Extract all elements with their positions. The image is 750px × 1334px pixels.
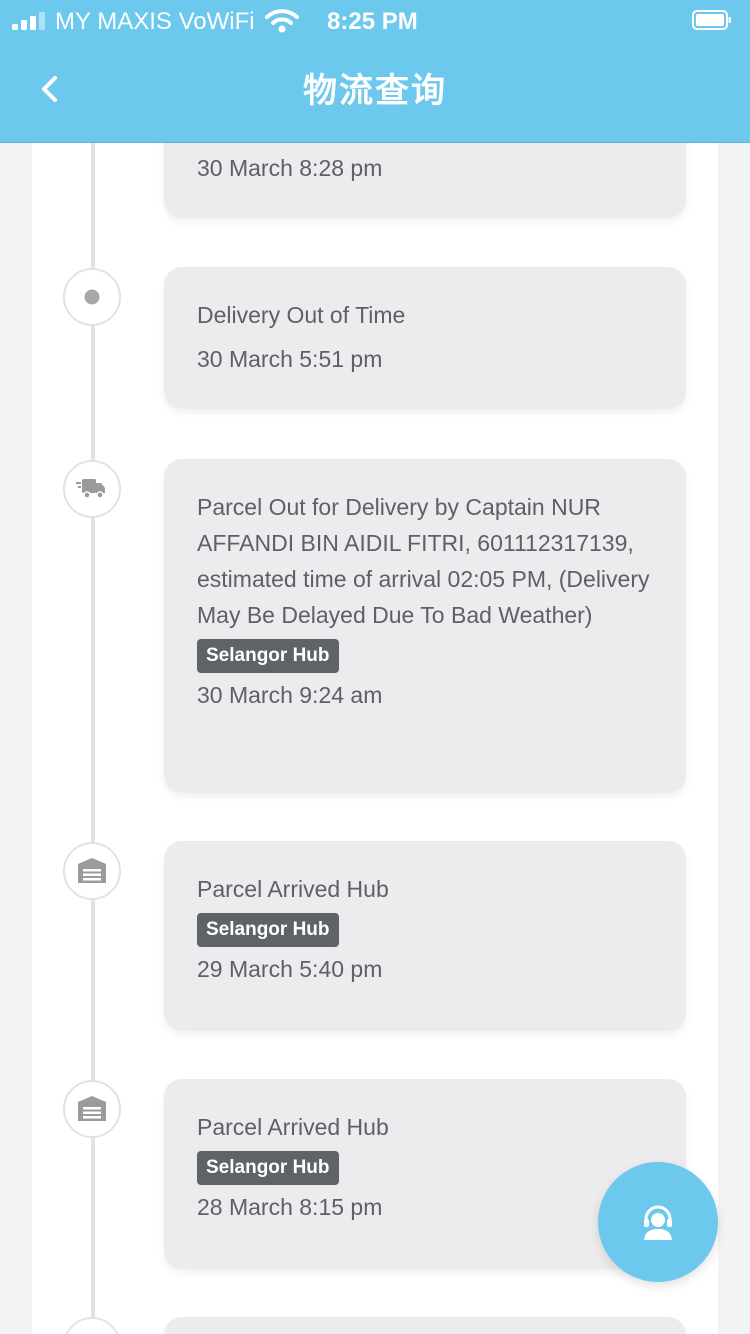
timeline-node [63,842,121,900]
timeline-event-card: Parcel Arrived Hub Selangor Hub 29 March… [164,841,686,1031]
event-description: Parcel Arrived Hub [197,876,389,902]
warehouse-icon [78,858,106,883]
cellular-signal-icon [12,10,48,30]
timeline-event-card [164,1317,686,1334]
customer-service-icon [644,1205,672,1240]
dot-icon [84,289,100,305]
timeline-node [63,460,121,518]
status-bar: MY MAXIS VoWiFi 8:25 PM [0,0,750,40]
nav-bar: 物流查询 [0,40,750,143]
tracking-timeline: 30 March 8:28 pm Delivery Out of Time 30… [32,143,718,1334]
carrier-name: MY MAXIS VoWiFi [55,8,255,35]
hub-badge: Selangor Hub [197,639,339,673]
event-description: Delivery Out of Time [197,302,406,328]
event-time: 28 March 8:15 pm [197,1194,383,1220]
status-time: 8:25 PM [327,8,418,35]
timeline-event-card: 30 March 8:28 pm [164,143,686,218]
wifi-icon [265,9,299,33]
battery-icon [692,10,731,30]
event-description: Parcel Arrived Hub [197,1114,389,1140]
delivery-truck-icon [76,479,105,499]
event-time: 30 March 8:28 pm [197,155,383,181]
customer-service-button[interactable] [598,1162,718,1282]
timeline-node [63,268,121,326]
hub-badge: Selangor Hub [197,1151,339,1185]
timeline-node [63,1317,121,1334]
page-title: 物流查询 [303,71,447,111]
hub-badge: Selangor Hub [197,913,339,947]
timeline-event-card: Delivery Out of Time 30 March 5:51 pm [164,267,686,409]
event-description: Parcel Out for Delivery by Captain NUR A… [197,494,650,628]
event-time: 30 March 5:51 pm [197,346,383,372]
event-time: 30 March 9:24 am [197,682,383,708]
event-time: 29 March 5:40 pm [197,956,383,982]
warehouse-icon [78,1096,106,1121]
timeline-event-card: Parcel Out for Delivery by Captain NUR A… [164,459,686,793]
timeline-node [63,1080,121,1138]
